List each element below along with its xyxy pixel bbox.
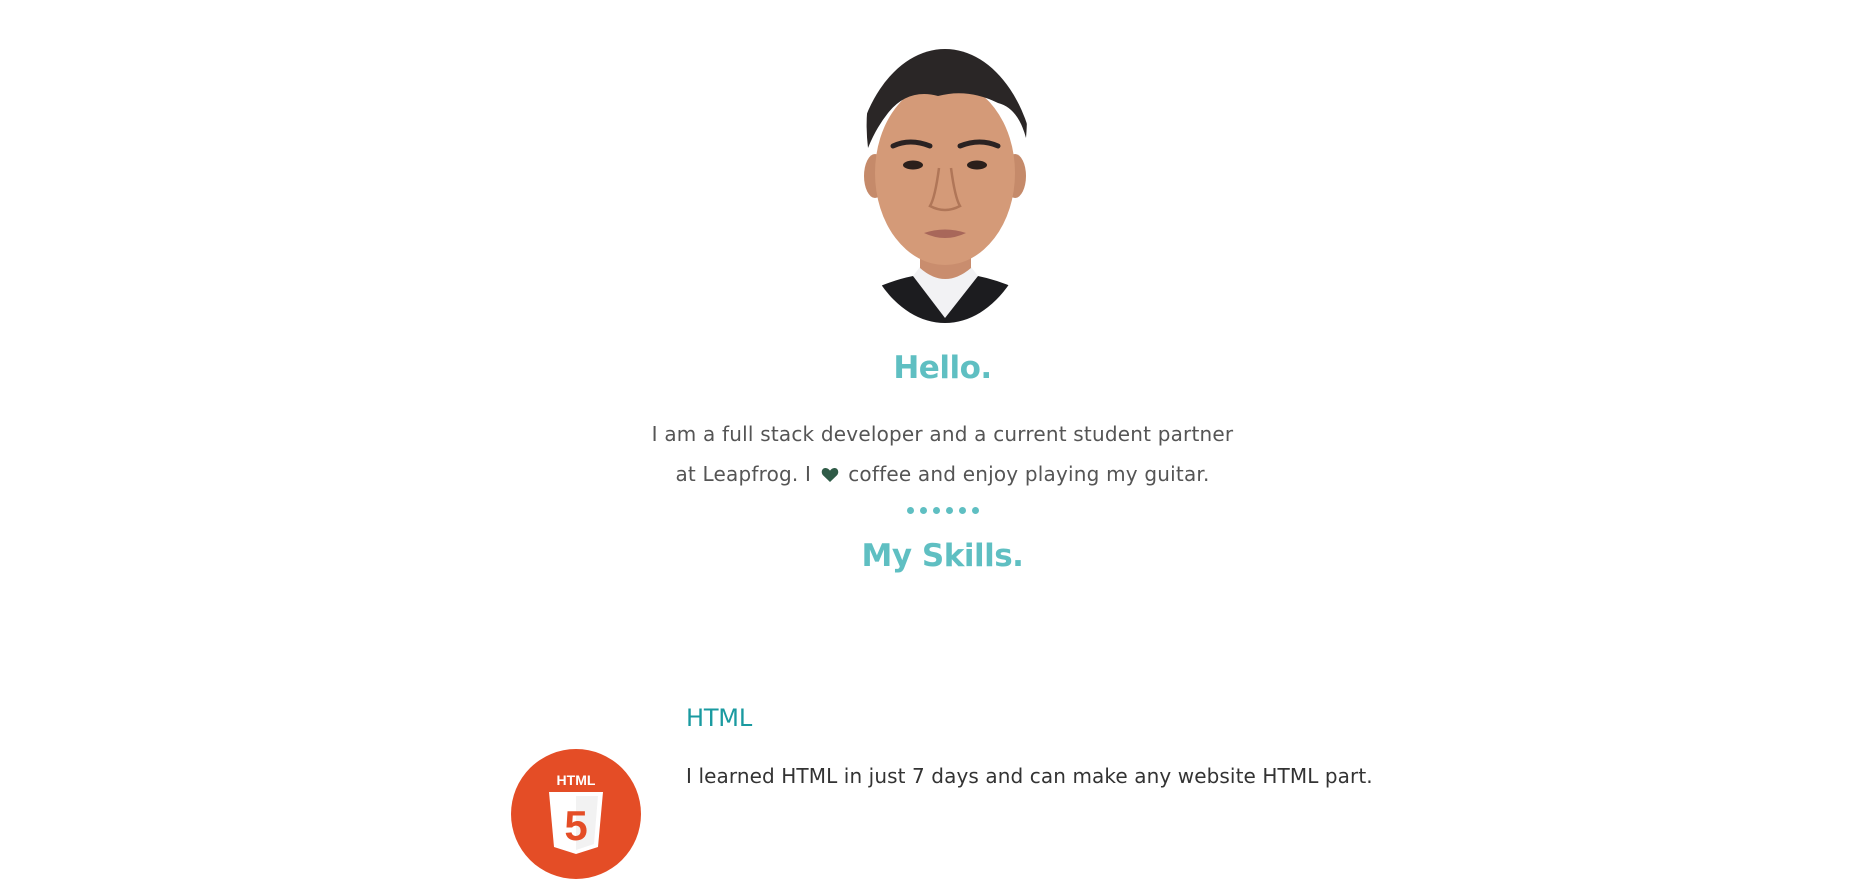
skills-title: My Skills. [861,538,1024,574]
html5-logo-icon: HTML 5 [511,749,641,879]
divider-dot [959,507,966,514]
html5-logo-number: 5 [564,802,587,849]
divider-dot [920,507,927,514]
page: Hello. I am a full stack developer and a… [0,0,1873,893]
about-title: Hello. [893,350,992,386]
section-divider [907,507,979,514]
intro-line-2-end: coffee and enjoy playing my guitar. [848,462,1210,486]
divider-dot [933,507,940,514]
skill-name: HTML [686,704,752,732]
avatar [838,18,1053,324]
intro-line-1: I am a full stack developer and a curren… [651,422,1234,446]
skill-description: I learned HTML in just 7 days and can ma… [686,764,1373,788]
divider-dot [972,507,979,514]
intro-line-2-start: at Leapfrog. I [675,462,812,486]
html5-logo-text: HTML [557,772,596,788]
heart-icon [821,464,839,488]
intro-line-2: at Leapfrog. I coffee and enjoy playing … [0,462,1873,488]
avatar-photo [853,49,1037,323]
divider-dot [946,507,953,514]
divider-dot [907,507,914,514]
